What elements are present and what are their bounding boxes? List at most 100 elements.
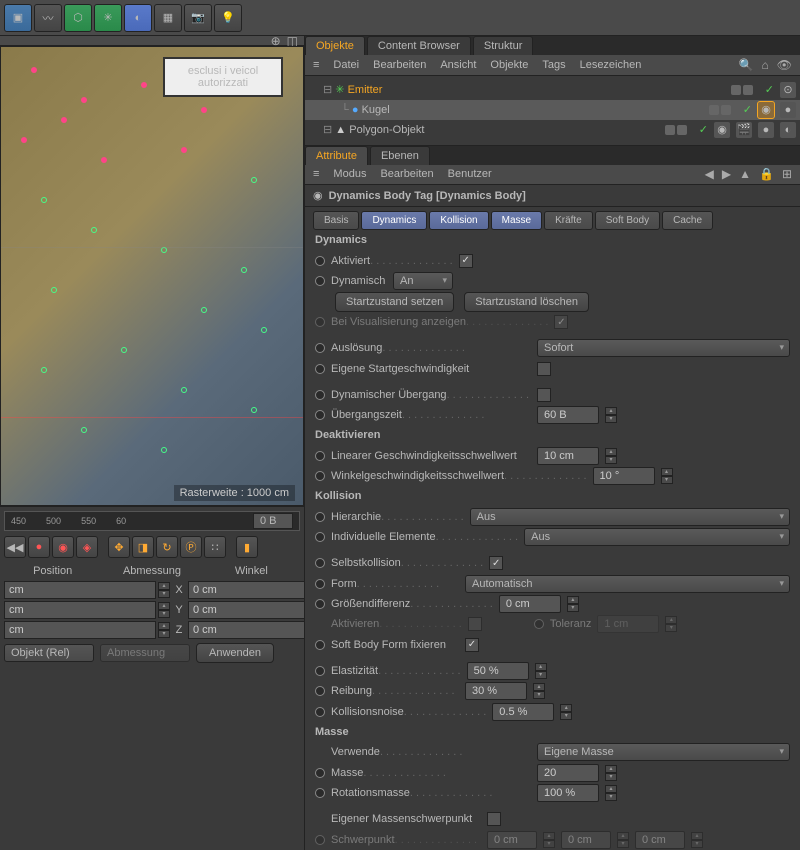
apply-button[interactable]: Anwenden bbox=[196, 643, 274, 663]
viewport[interactable]: esclusi i veicol autorizzati Rasterweite… bbox=[0, 46, 304, 506]
object-tree[interactable]: ⊟ ✳ Emitter ✓⊙└ ● Kugel ✓◉●⊟ ▲ Polygon-O… bbox=[305, 76, 800, 146]
dynamics-tag-icon[interactable]: ◉ bbox=[758, 102, 774, 118]
gd-input[interactable]: 0 cm bbox=[499, 595, 561, 613]
spinner[interactable]: ▴▾ bbox=[560, 704, 572, 720]
aktiviert-checkbox[interactable] bbox=[459, 254, 473, 268]
rot-input[interactable]: 100 % bbox=[537, 784, 599, 802]
menu-ansicht[interactable]: Ansicht bbox=[440, 59, 476, 71]
tab-struktur[interactable]: Struktur bbox=[473, 36, 534, 55]
param-icon[interactable]: Ⓟ bbox=[180, 536, 202, 558]
sub-tab-cache[interactable]: Cache bbox=[662, 211, 713, 230]
rec-icon[interactable]: ● bbox=[28, 536, 50, 558]
tab-content-browser[interactable]: Content Browser bbox=[367, 36, 471, 55]
reib-input[interactable]: 30 % bbox=[465, 682, 527, 700]
cube-icon[interactable]: ▣ bbox=[4, 4, 32, 32]
ind-dropdown[interactable]: Aus bbox=[524, 528, 790, 546]
ausloesung-dropdown[interactable]: Sofort bbox=[537, 339, 790, 357]
dynamisch-dropdown[interactable]: An bbox=[393, 272, 453, 290]
spline-icon[interactable]: 〰 bbox=[34, 4, 62, 32]
timeline[interactable]: 450 500 550 60 0 B bbox=[4, 511, 300, 531]
radio-icon[interactable] bbox=[315, 364, 325, 374]
menu-bearbeiten[interactable]: Bearbeiten bbox=[380, 168, 433, 180]
search-icon[interactable]: 🔍 bbox=[739, 58, 754, 72]
lock-icon[interactable]: 🔒 bbox=[759, 167, 774, 181]
sub-tab-basis[interactable]: Basis bbox=[313, 211, 359, 230]
sub-tab-kollision[interactable]: Kollision bbox=[429, 211, 488, 230]
sbf-checkbox[interactable] bbox=[465, 638, 479, 652]
spinner[interactable]: ▴▾ bbox=[605, 765, 617, 781]
key-icon[interactable]: ◈ bbox=[76, 536, 98, 558]
phong-tag-icon[interactable]: ● bbox=[780, 102, 796, 118]
menu-objekte[interactable]: Objekte bbox=[490, 59, 528, 71]
tree-row[interactable]: ⊟ ✳ Emitter ✓⊙ bbox=[305, 80, 800, 100]
rot-icon[interactable]: ↻ bbox=[156, 536, 178, 558]
rec2-icon[interactable]: ◉ bbox=[52, 536, 74, 558]
sub-tab-dynamics[interactable]: Dynamics bbox=[361, 211, 427, 230]
radio-icon[interactable] bbox=[315, 410, 325, 420]
spinner[interactable]: ▴▾ bbox=[533, 683, 545, 699]
sub-tab-kräfte[interactable]: Kräfte bbox=[544, 211, 593, 230]
tree-row[interactable]: ⊟ ▲ Polygon-Objekt ✓◉🎬●◐ bbox=[305, 120, 800, 140]
tree-row[interactable]: └ ● Kugel ✓◉● bbox=[305, 100, 800, 120]
menu-tags[interactable]: Tags bbox=[542, 59, 565, 71]
film-icon[interactable]: ▮ bbox=[236, 536, 258, 558]
radio-icon[interactable] bbox=[315, 599, 325, 609]
dyn-ueber-checkbox[interactable] bbox=[537, 388, 551, 402]
tab-ebenen[interactable]: Ebenen bbox=[370, 146, 430, 165]
masse-input[interactable]: 20 bbox=[537, 764, 599, 782]
startzustand-setzen-button[interactable]: Startzustand setzen bbox=[335, 292, 454, 312]
sub-tab-soft body[interactable]: Soft Body bbox=[595, 211, 660, 230]
menu-lesezeichen[interactable]: Lesezeichen bbox=[580, 59, 642, 71]
grid-icon[interactable]: ▦ bbox=[154, 4, 182, 32]
pos-input[interactable] bbox=[4, 601, 156, 619]
spinner[interactable]: ▴▾ bbox=[535, 663, 547, 679]
tag-icon[interactable]: ⊙ bbox=[780, 82, 796, 98]
verw-dropdown[interactable]: Eigene Masse bbox=[537, 743, 790, 761]
spinner[interactable]: ▴▾ bbox=[605, 407, 617, 423]
menu-datei[interactable]: Datei bbox=[333, 59, 359, 71]
radio-icon[interactable] bbox=[315, 666, 325, 676]
spinner[interactable]: ▴▾ bbox=[605, 785, 617, 801]
radio-icon[interactable] bbox=[315, 707, 325, 717]
menu-benutzer[interactable]: Benutzer bbox=[448, 168, 492, 180]
startzustand-loeschen-button[interactable]: Startzustand löschen bbox=[464, 292, 589, 312]
spinner[interactable]: ▴▾ bbox=[661, 468, 673, 484]
tag-icon[interactable]: ◉ bbox=[714, 122, 730, 138]
fwd-icon[interactable]: ▶ bbox=[722, 167, 731, 181]
sub-tab-masse[interactable]: Masse bbox=[491, 211, 542, 230]
pla-icon[interactable]: ∷ bbox=[204, 536, 226, 558]
play-back-icon[interactable]: ◀◀ bbox=[4, 536, 26, 558]
radio-icon[interactable] bbox=[315, 512, 325, 522]
spinner[interactable]: ▴▾ bbox=[567, 596, 579, 612]
coord-dim-dropdown[interactable]: Abmessung bbox=[100, 644, 190, 662]
radio-icon[interactable] bbox=[315, 390, 325, 400]
menu-bearbeiten[interactable]: Bearbeiten bbox=[373, 59, 426, 71]
radio-icon[interactable] bbox=[315, 768, 325, 778]
eigene-start-checkbox[interactable] bbox=[537, 362, 551, 376]
tab-attribute[interactable]: Attribute bbox=[305, 146, 368, 165]
form-dropdown[interactable]: Automatisch bbox=[465, 575, 790, 593]
tag-icon[interactable]: 🎬 bbox=[736, 122, 752, 138]
eig-checkbox[interactable] bbox=[487, 812, 501, 826]
radio-icon[interactable] bbox=[315, 640, 325, 650]
radio-icon[interactable] bbox=[315, 471, 325, 481]
deform-icon[interactable]: ◐ bbox=[124, 4, 152, 32]
up-icon[interactable]: ▲ bbox=[739, 167, 751, 181]
lin-input[interactable]: 10 cm bbox=[537, 447, 599, 465]
radio-icon[interactable] bbox=[315, 256, 325, 266]
radio-icon[interactable] bbox=[315, 532, 325, 542]
tag-icon[interactable]: ● bbox=[758, 122, 774, 138]
hierarchie-dropdown[interactable]: Aus bbox=[470, 508, 790, 526]
hamburger-icon[interactable]: ≡ bbox=[313, 168, 319, 180]
pos-input[interactable] bbox=[4, 581, 156, 599]
radio-icon[interactable] bbox=[315, 788, 325, 798]
back-icon[interactable]: ◀ bbox=[705, 167, 714, 181]
move-icon[interactable]: ✥ bbox=[108, 536, 130, 558]
tag-icon[interactable]: ◐ bbox=[780, 122, 796, 138]
winkel-input[interactable]: 10 ° bbox=[593, 467, 655, 485]
ueber-zeit-input[interactable]: 60 B bbox=[537, 406, 599, 424]
light-icon[interactable]: 💡 bbox=[214, 4, 242, 32]
radio-icon[interactable] bbox=[315, 579, 325, 589]
radio-icon[interactable] bbox=[315, 686, 325, 696]
null-icon[interactable]: ⬡ bbox=[64, 4, 92, 32]
